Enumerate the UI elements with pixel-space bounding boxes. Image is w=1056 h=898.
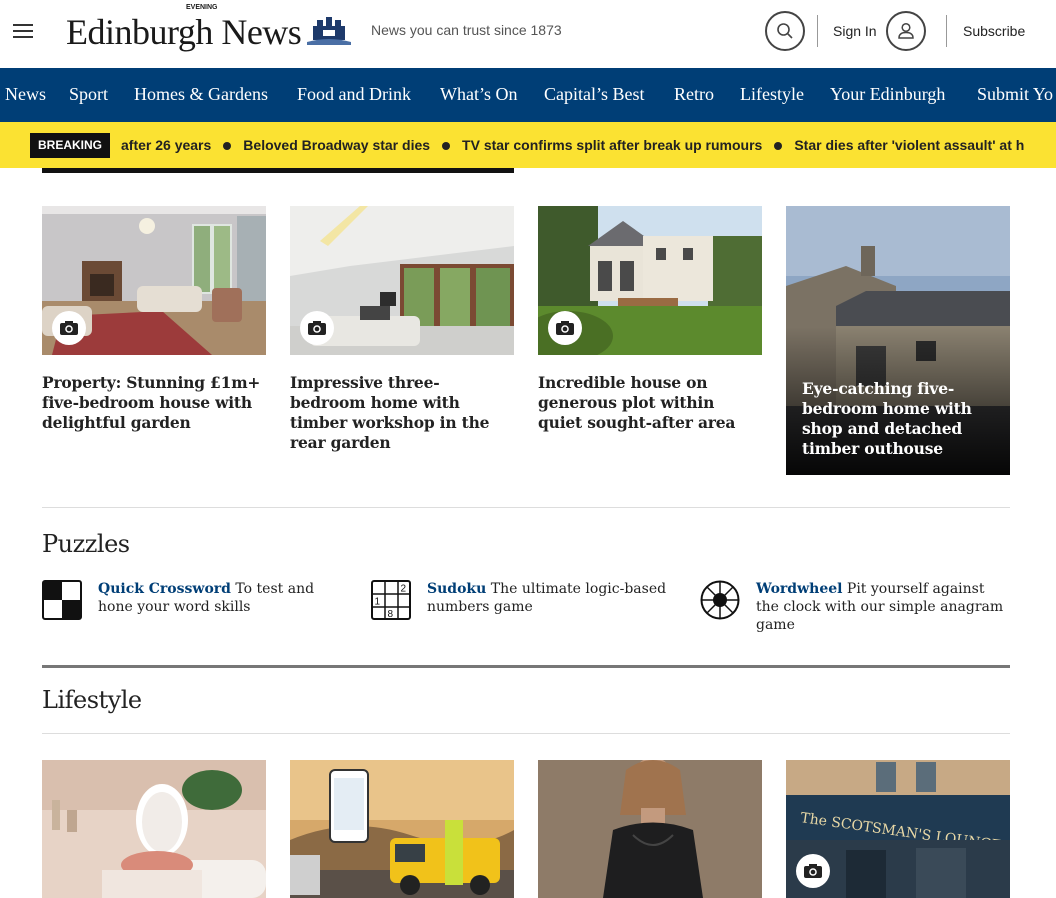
- sudoku-digit: 2: [401, 584, 407, 595]
- previous-article-image-edge: [42, 168, 514, 173]
- featured-article-card[interactable]: Eye-catching five-bedroom home with shop…: [786, 206, 1010, 475]
- header-divider: [817, 15, 818, 47]
- gallery-badge: [52, 311, 86, 345]
- bullet-dot: [774, 141, 783, 150]
- breaking-item[interactable]: Beloved Broadway star dies: [243, 137, 430, 153]
- article-image[interactable]: [290, 206, 514, 355]
- nav-item-sport[interactable]: Sport: [69, 84, 108, 105]
- puzzle-name[interactable]: Wordwheel: [756, 581, 842, 597]
- nav-item-your-edinburgh[interactable]: Your Edinburgh: [830, 84, 945, 105]
- sign-in-link[interactable]: Sign In: [833, 23, 877, 39]
- castle-crest-icon: [307, 17, 352, 45]
- section-divider: [42, 507, 1010, 508]
- menu-icon[interactable]: [13, 24, 33, 40]
- crossword-icon: [42, 580, 82, 620]
- article-image[interactable]: [42, 206, 266, 355]
- sudoku-digit: 8: [388, 609, 394, 620]
- featured-article-headline: Eye-catching five-bedroom home with shop…: [802, 379, 972, 458]
- puzzle-quick-crossword[interactable]: Quick Crossword To test and hone your wo…: [42, 580, 352, 620]
- search-icon: [777, 23, 793, 39]
- nav-item-lifestyle[interactable]: Lifestyle: [740, 84, 804, 105]
- nav-item-news[interactable]: News: [5, 84, 46, 105]
- fashion-model-photo: [538, 760, 762, 898]
- breaking-badge: BREAKING: [30, 133, 111, 158]
- puzzle-name[interactable]: Sudoku: [427, 581, 486, 597]
- breaking-item[interactable]: Star dies after 'violent assault' at h: [794, 137, 1024, 153]
- breaking-news-bar: BREAKING after 26 years Beloved Broadway …: [0, 122, 1056, 168]
- breaking-item[interactable]: TV star confirms split after break up ru…: [462, 137, 762, 153]
- puzzle-description: Wordwheel Pit yourself against the clock…: [756, 580, 1010, 634]
- puzzle-wordwheel[interactable]: Wordwheel Pit yourself against the clock…: [700, 580, 1010, 638]
- site-logo[interactable]: Edinburgh News: [66, 10, 353, 54]
- puzzle-description: Sudoku The ultimate logic-based numbers …: [427, 580, 677, 616]
- sudoku-digit: 1: [375, 597, 381, 608]
- header-divider: [946, 15, 947, 47]
- camera-icon: [60, 321, 78, 335]
- logo-text: Edinburgh News: [66, 12, 302, 52]
- breaking-item[interactable]: after 26 years: [121, 137, 211, 153]
- site-header: Edinburgh News EVENING News you can trus…: [0, 0, 1056, 68]
- gallery-badge: [796, 854, 830, 888]
- gallery-badge: [548, 311, 582, 345]
- section-divider: [42, 733, 1010, 734]
- breaking-ticker: after 26 years Beloved Broadway star dies…: [121, 137, 1024, 153]
- user-icon: [898, 22, 914, 39]
- puzzle-description: Quick Crossword To test and hone your wo…: [98, 580, 348, 616]
- bullet-dot: [442, 141, 451, 150]
- article-image[interactable]: [290, 760, 514, 898]
- account-button[interactable]: [886, 11, 926, 51]
- nav-item-retro[interactable]: Retro: [674, 84, 714, 105]
- puzzles-heading: Puzzles: [42, 530, 130, 558]
- logo-evening-label: EVENING: [186, 4, 218, 11]
- section-divider: [42, 665, 1010, 668]
- puzzle-name[interactable]: Quick Crossword: [98, 581, 231, 597]
- article-headline[interactable]: Incredible house on generous plot within…: [538, 373, 762, 433]
- lifestyle-heading: Lifestyle: [42, 686, 142, 714]
- led-face-mask-photo: [42, 760, 266, 898]
- van-and-phone-photo: [290, 760, 514, 898]
- nav-item-homes-gardens[interactable]: Homes & Gardens: [134, 84, 268, 105]
- nav-item-food-drink[interactable]: Food and Drink: [297, 84, 411, 105]
- wordwheel-icon: [700, 580, 740, 620]
- sudoku-icon: 2 1 8: [371, 580, 411, 620]
- main-nav: News Sport Homes & Gardens Food and Drin…: [0, 68, 1056, 122]
- camera-icon: [308, 321, 326, 335]
- tagline: News you can trust since 1873: [371, 22, 562, 38]
- nav-item-submit[interactable]: Submit Yo: [977, 84, 1053, 105]
- camera-icon: [556, 321, 574, 335]
- puzzle-sudoku[interactable]: 2 1 8 Sudoku The ultimate logic-based nu…: [371, 580, 681, 620]
- gallery-badge: [300, 311, 334, 345]
- article-image[interactable]: [538, 760, 762, 898]
- bullet-dot: [223, 141, 232, 150]
- nav-item-whats-on[interactable]: What’s On: [440, 84, 517, 105]
- article-image[interactable]: [538, 206, 762, 355]
- article-headline[interactable]: Property: Stunning £1m+ five-bedroom hou…: [42, 373, 266, 433]
- subscribe-link[interactable]: Subscribe: [963, 23, 1025, 39]
- article-image[interactable]: The SCOTSMAN'S LOUNGE: [786, 760, 1010, 898]
- camera-icon: [804, 864, 822, 878]
- article-headline[interactable]: Impressive three-bedroom home with timbe…: [290, 373, 514, 453]
- nav-item-capitals-best[interactable]: Capital’s Best: [544, 84, 645, 105]
- article-image[interactable]: [42, 760, 266, 898]
- search-button[interactable]: [765, 11, 805, 51]
